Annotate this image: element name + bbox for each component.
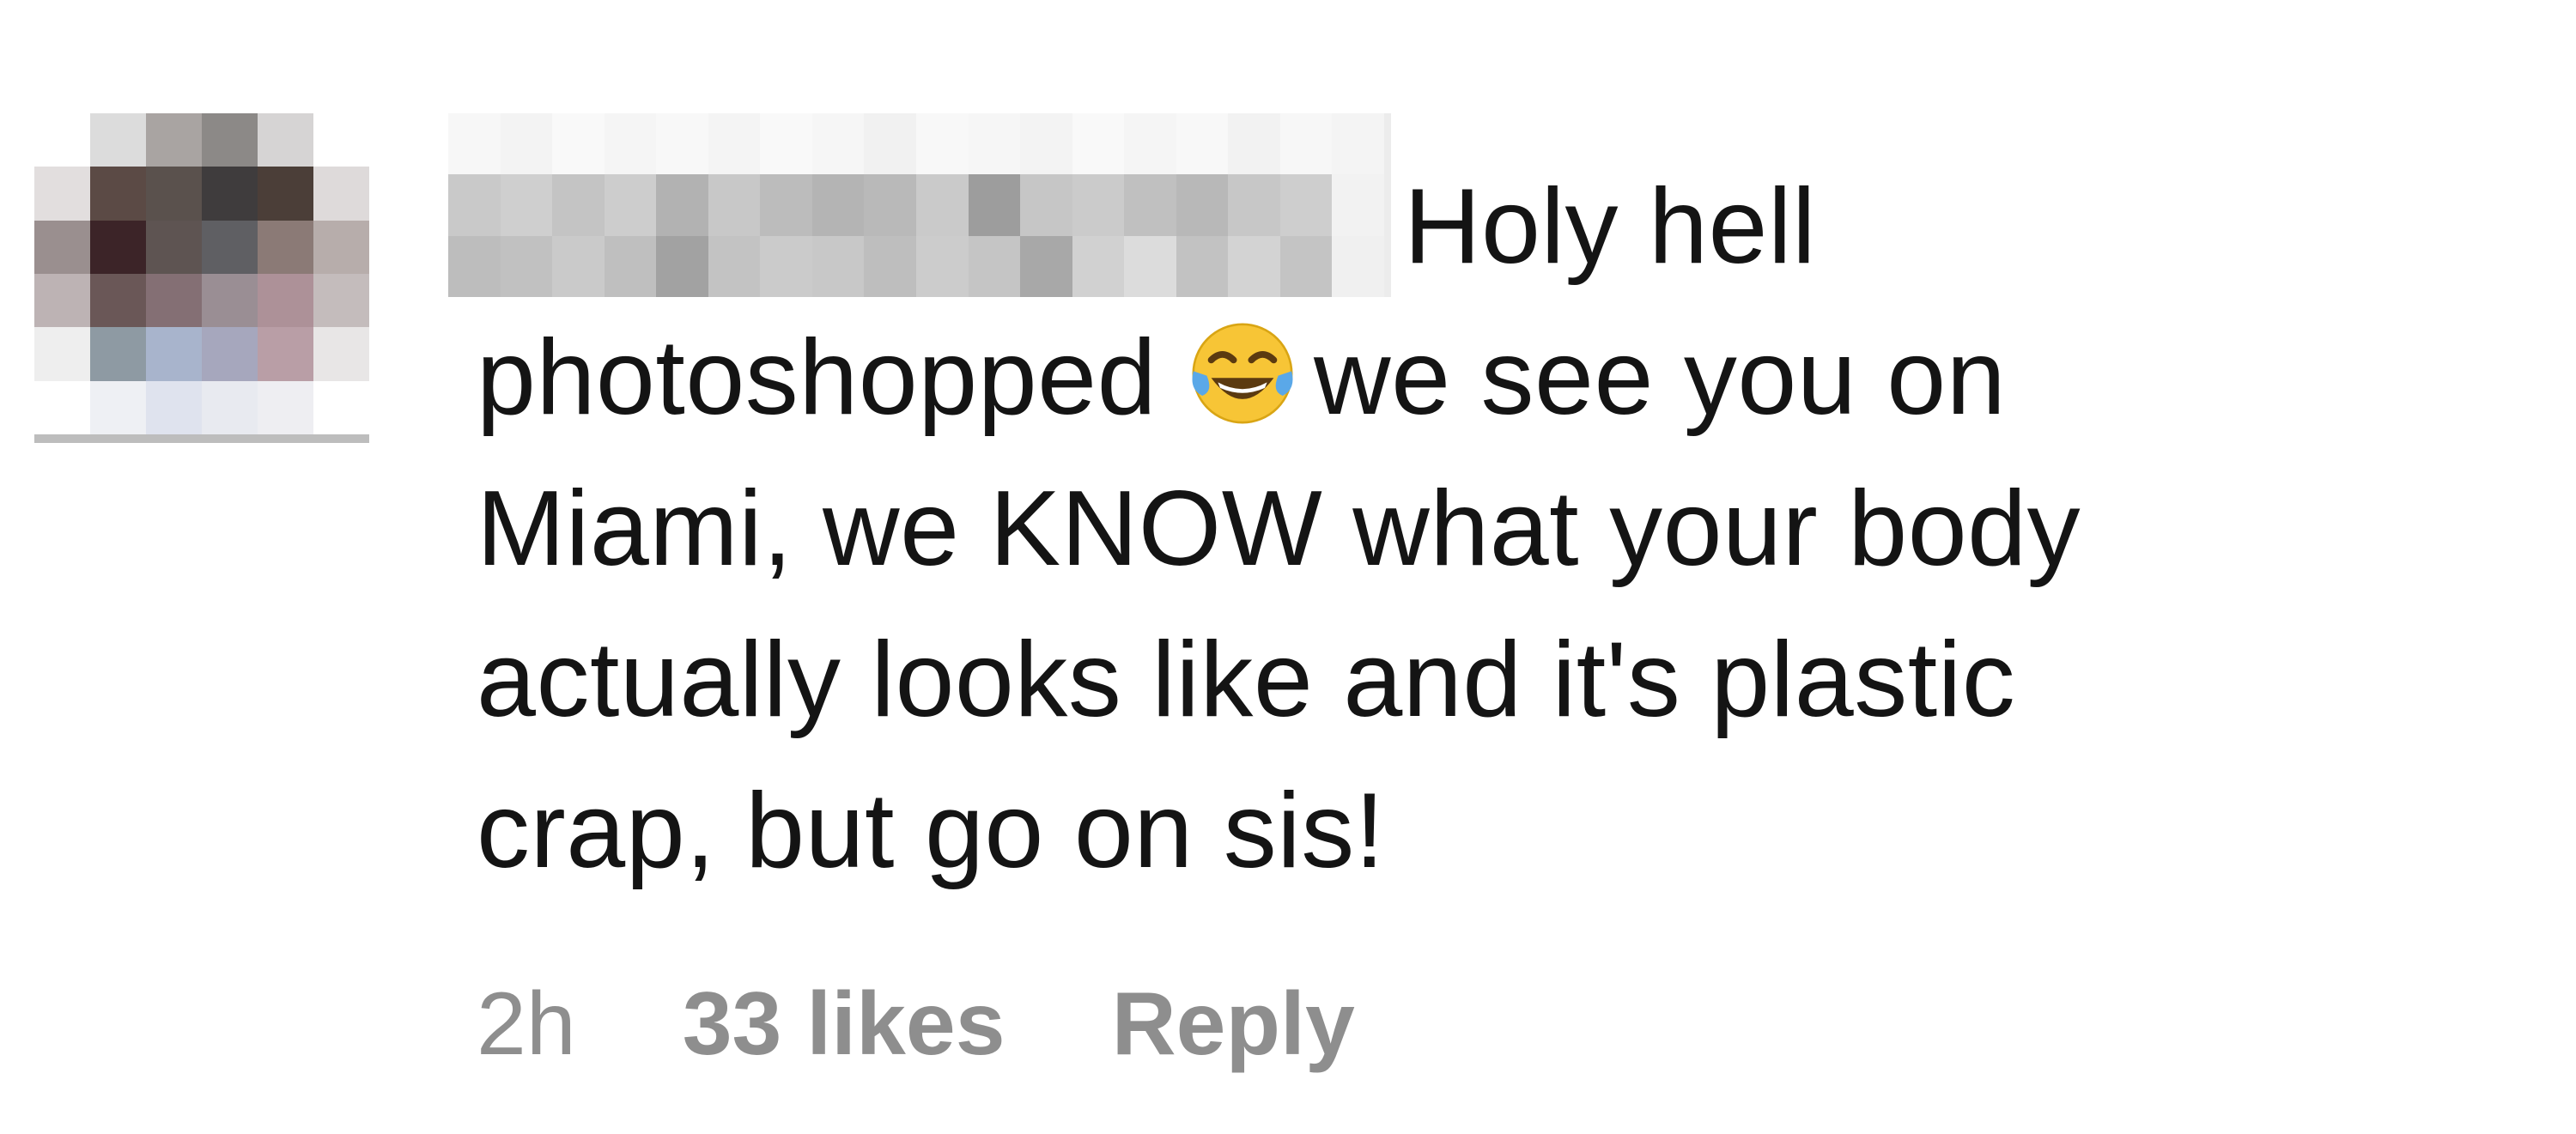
comment-line-2: photoshopped we see you on — [477, 318, 2007, 437]
comment-line-1: Holy hell — [1404, 167, 1817, 286]
comment-line-4: actually looks like and it's plastic — [477, 621, 2016, 739]
likes-count[interactable]: 33 likes — [683, 973, 1005, 1076]
comment-line-5: crap, but go on sis! — [477, 772, 1385, 890]
comment-meta: 2h 33 likes Reply — [477, 968, 1355, 1080]
comment-text: Holy hell photoshopped we see you on Mia… — [477, 151, 2366, 907]
comment: Holy hell photoshopped we see you on Mia… — [0, 0, 2576, 1134]
comment-line-3: Miami, we KNOW what your body — [477, 470, 2081, 588]
avatar[interactable] — [34, 113, 369, 443]
face-with-tears-of-joy-icon — [1187, 318, 1298, 429]
comment-timestamp[interactable]: 2h — [477, 973, 576, 1076]
reply-button[interactable]: Reply — [1112, 973, 1355, 1076]
